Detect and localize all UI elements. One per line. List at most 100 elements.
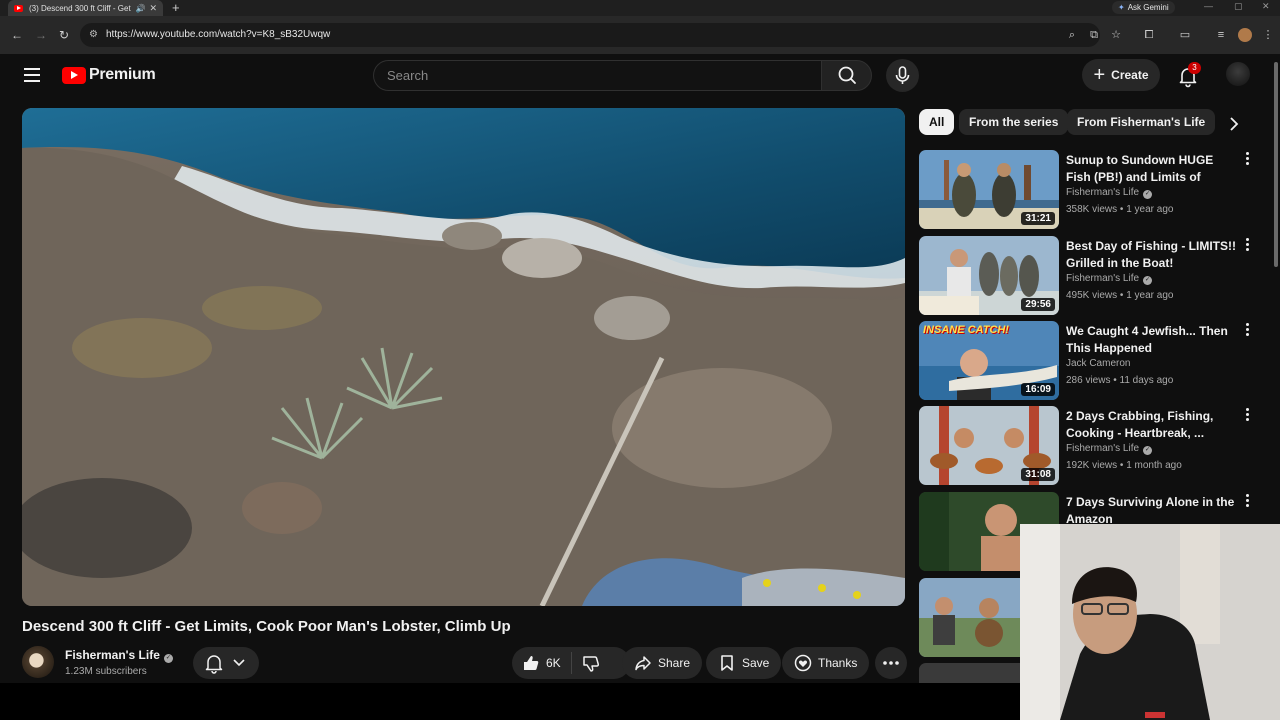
recommendation-meta: 495K views • 1 year ago (1066, 290, 1174, 301)
account-avatar[interactable] (1226, 62, 1250, 86)
video-frame-image (22, 108, 905, 606)
notification-badge: 3 (1188, 62, 1201, 74)
search-icon (838, 66, 856, 84)
site-info-icon[interactable]: ⚙ (89, 23, 98, 47)
address-bar-row: ← → ↻ ⚙ https://www.youtube.com/watch?v=… (0, 16, 1280, 54)
recommendation-channel[interactable]: Fisherman's Life ✓ (1066, 443, 1153, 455)
save-label: Save (742, 656, 770, 670)
close-tab-icon[interactable]: ✕ (149, 3, 157, 14)
media-controls-icon[interactable]: ≡ (1215, 29, 1227, 41)
channel-name[interactable]: Fisherman's Life ✓ (65, 648, 173, 663)
extensions-icon[interactable]: ⧠ (1143, 29, 1155, 41)
logo-text: Premium (89, 66, 156, 83)
video-thumbnail[interactable]: INSANE CATCH! 16:09 (919, 321, 1059, 400)
recommendation-title[interactable]: Best Day of Fishing - LIMITS!! Grilled i… (1066, 238, 1238, 272)
channel-name-text: Fisherman's Life (65, 648, 160, 662)
subscriber-count: 1.23M subscribers (65, 666, 147, 677)
more-options-icon[interactable] (1243, 152, 1251, 168)
menu-hamburger-icon[interactable] (24, 68, 40, 82)
like-count: 6K (546, 656, 561, 670)
browser-tab[interactable]: (3) Descend 300 ft Cliff - Get Limits 🔊 … (8, 0, 163, 16)
bookmark-icon (721, 655, 733, 671)
create-label: Create (1111, 68, 1149, 82)
share-label: Share (658, 656, 691, 670)
tab-title: (3) Descend 300 ft Cliff - Get Limits (29, 3, 131, 13)
search-button[interactable] (821, 60, 872, 91)
back-icon[interactable]: ← (11, 28, 23, 42)
recommendation-meta: 358K views • 1 year ago (1066, 204, 1174, 215)
minimize-icon[interactable]: — (1204, 1, 1213, 11)
video-thumbnail[interactable]: 31:08 (919, 406, 1059, 485)
search-box (373, 60, 821, 91)
recommendation-title[interactable]: 7 Days Surviving Alone in the Amazon (1066, 494, 1238, 528)
like-dislike-group: 6K (512, 647, 630, 679)
video-duration: 16:09 (1021, 383, 1055, 396)
recommendation-meta: 286 views • 11 days ago (1066, 375, 1174, 386)
bookmark-star-icon[interactable]: ☆ (1110, 29, 1122, 41)
recommendation-title[interactable]: Sunup to Sundown HUGE Fish (PB!) and Lim… (1066, 152, 1238, 186)
dislike-button[interactable] (572, 647, 610, 679)
more-actions-button[interactable] (875, 647, 907, 679)
more-options-icon[interactable] (1243, 408, 1251, 424)
chip-from-the-series[interactable]: From the series (959, 109, 1069, 135)
video-title: Descend 300 ft Cliff - Get Limits, Cook … (22, 618, 511, 635)
like-button[interactable]: 6K (512, 647, 571, 679)
video-player[interactable] (22, 108, 905, 606)
chip-from-fishermans-life[interactable]: From Fisherman's Life (1067, 109, 1216, 135)
thumbnail-caption: INSANE CATCH! (923, 324, 1009, 336)
webcam-image (1020, 524, 1280, 720)
ask-gemini-button[interactable]: ✦ Ask Gemini (1112, 1, 1175, 14)
page-scrollbar[interactable] (1274, 62, 1278, 267)
recommendation-title[interactable]: 2 Days Crabbing, Fishing, Cooking - Hear… (1066, 408, 1238, 442)
channel-avatar[interactable] (22, 646, 54, 678)
recommendation-channel[interactable]: Fisherman's Life ✓ (1066, 273, 1153, 285)
url-field[interactable]: ⚙ https://www.youtube.com/watch?v=K8_sB3… (80, 23, 1100, 47)
install-app-icon[interactable]: ⧉ (1088, 29, 1100, 41)
chip-all[interactable]: All (919, 109, 955, 135)
search-input[interactable] (374, 61, 821, 90)
youtube-premium-logo[interactable]: Premium (62, 66, 156, 84)
recommendation-channel[interactable]: Jack Cameron (1066, 358, 1130, 369)
youtube-header: Premium + Create (0, 54, 1280, 98)
forward-icon[interactable]: → (35, 28, 47, 42)
maximize-icon[interactable]: ▢ (1234, 1, 1243, 12)
chevron-right-icon (1230, 117, 1239, 131)
youtube-logo-icon (62, 66, 86, 84)
video-thumbnail[interactable]: 29:56 (919, 236, 1059, 315)
recommendation-item[interactable]: INSANE CATCH! 16:09 We Caught 4 Jewfish.… (919, 321, 1269, 401)
reload-icon[interactable]: ↻ (59, 28, 69, 42)
new-tab-button[interactable]: + (172, 0, 180, 16)
thanks-label: Thanks (818, 656, 858, 670)
recommendation-channel[interactable]: Fisherman's Life ✓ (1066, 187, 1153, 199)
recommendation-item[interactable]: 29:56 Best Day of Fishing - LIMITS!! Gri… (919, 236, 1269, 316)
url-text: https://www.youtube.com/watch?v=K8_sB32U… (106, 29, 331, 40)
speaker-icon[interactable]: 🔊 (135, 4, 145, 13)
save-button[interactable]: Save (706, 647, 782, 679)
video-thumbnail[interactable] (919, 663, 1020, 683)
notification-subscription-button[interactable] (193, 647, 259, 679)
recommendation-item[interactable]: 31:08 2 Days Crabbing, Fishing, Cooking … (919, 406, 1269, 486)
share-button[interactable]: Share (622, 647, 703, 679)
create-button[interactable]: + Create (1082, 59, 1160, 91)
verified-check-icon: ✓ (1143, 276, 1153, 285)
browser-profile-avatar[interactable] (1238, 28, 1252, 42)
browser-menu-icon[interactable]: ⋮ (1262, 29, 1274, 41)
tab-search-icon[interactable]: ▭ (1179, 29, 1191, 41)
more-options-icon[interactable] (1243, 494, 1251, 510)
verified-check-icon: ✓ (163, 654, 173, 663)
page-bottom-area (0, 683, 1020, 720)
chips-next-button[interactable] (1222, 112, 1246, 136)
zoom-icon[interactable]: ⌕ (1066, 29, 1078, 41)
video-thumbnail[interactable]: 31:21 (919, 150, 1059, 229)
close-window-icon[interactable]: ✕ (1262, 1, 1270, 12)
more-options-icon[interactable] (1243, 238, 1251, 254)
recommendation-item[interactable]: 31:21 Sunup to Sundown HUGE Fish (PB!) a… (919, 150, 1269, 230)
gemini-sparkle-icon: ✦ (1118, 3, 1125, 12)
recommendation-title[interactable]: We Caught 4 Jewfish... Then This Happene… (1066, 323, 1238, 357)
video-thumbnail[interactable] (919, 578, 1020, 657)
more-horizontal-icon (883, 661, 899, 665)
voice-search-button[interactable] (886, 59, 919, 92)
thanks-button[interactable]: Thanks (782, 647, 870, 679)
more-options-icon[interactable] (1243, 323, 1251, 339)
microphone-icon (895, 66, 910, 84)
